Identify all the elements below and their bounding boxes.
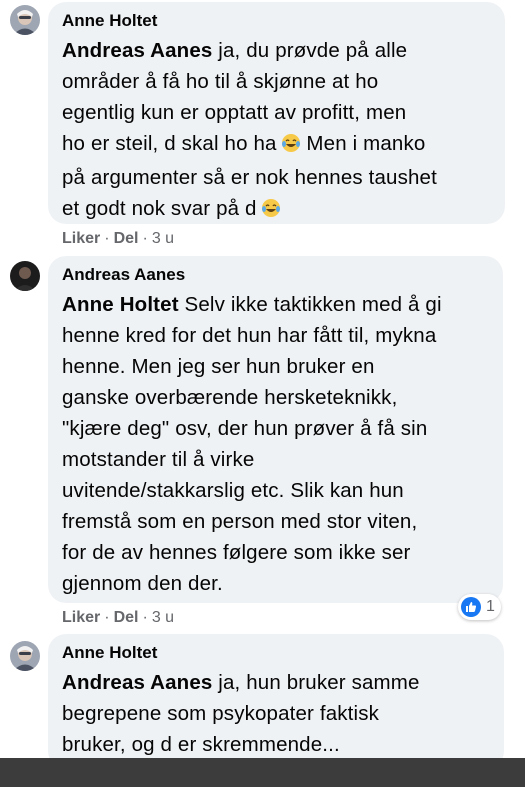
like-button[interactable]: Liker <box>62 609 100 626</box>
laughing-crying-emoji-icon <box>281 131 301 162</box>
comment-text: Andreas Aanes ja, du prøvde på alle områ… <box>62 35 491 227</box>
comment-text: Anne Holtet Selv ikke taktikken med å gi… <box>62 293 442 595</box>
comment-text: Andreas Aanes ja, hun bruker samme begre… <box>62 671 420 756</box>
avatar-anne-holtet[interactable] <box>10 5 40 35</box>
share-button[interactable]: Del <box>114 230 139 247</box>
comment-author[interactable]: Andreas Aanes <box>62 264 489 286</box>
timestamp[interactable]: 3 u <box>152 230 174 247</box>
timestamp[interactable]: 3 u <box>152 609 174 626</box>
comment-bubble: Andreas Aanes Anne Holtet Selv ikke takt… <box>48 256 503 603</box>
bottom-bar <box>0 758 525 787</box>
comment-author[interactable]: Anne Holtet <box>62 10 491 32</box>
thumbs-up-icon <box>461 597 481 617</box>
comment-author[interactable]: Anne Holtet <box>62 642 490 664</box>
mention-link[interactable]: Anne Holtet <box>62 293 179 316</box>
laughing-crying-emoji-icon <box>261 196 281 227</box>
comment-actions: Liker · Del · 3 u <box>62 230 175 247</box>
avatar-anne-holtet[interactable] <box>10 641 40 671</box>
reaction-count[interactable]: 1 <box>458 594 501 620</box>
like-button[interactable]: Liker <box>62 230 100 247</box>
comment-actions: Liker · Del · 3 u <box>62 609 175 626</box>
mention-link[interactable]: Andreas Aanes <box>62 39 212 62</box>
share-button[interactable]: Del <box>114 609 139 626</box>
avatar-andreas-aanes[interactable] <box>10 261 40 291</box>
comment-bubble: Anne Holtet Andreas Aanes ja, hun bruker… <box>48 634 504 769</box>
mention-link[interactable]: Andreas Aanes <box>62 671 212 694</box>
comment-bubble: Anne Holtet Andreas Aanes ja, du prøvde … <box>48 2 505 224</box>
